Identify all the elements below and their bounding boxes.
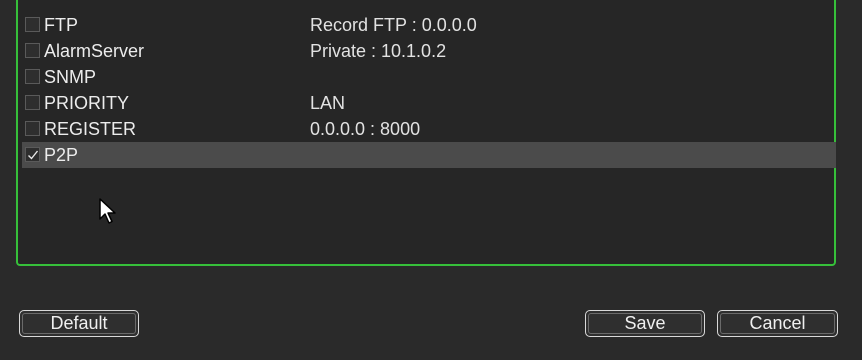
service-row-ftp[interactable]: FTP Record FTP : 0.0.0.0 [22,12,836,38]
service-name: PRIORITY [44,93,130,113]
service-name: AlarmServer [44,41,145,61]
ftp-checkbox[interactable] [25,17,40,32]
alarmserver-checkbox[interactable] [25,43,40,58]
network-services-screen: FTP Record FTP : 0.0.0.0 AlarmServer Pri… [0,0,862,360]
service-detail: 0.0.0.0 : 8000 [310,119,421,139]
register-checkbox[interactable] [25,121,40,136]
service-list: FTP Record FTP : 0.0.0.0 AlarmServer Pri… [22,12,836,168]
snmp-checkbox[interactable] [25,69,40,84]
service-list-panel: FTP Record FTP : 0.0.0.0 AlarmServer Pri… [16,0,836,266]
checkmark-icon [28,150,39,160]
service-name: REGISTER [44,119,137,139]
service-row-register[interactable]: REGISTER 0.0.0.0 : 8000 [22,116,836,142]
service-name: FTP [44,15,78,35]
service-detail: Private : 10.1.0.2 [310,41,447,61]
cancel-button[interactable]: Cancel [717,310,838,337]
service-row-snmp[interactable]: SNMP [22,64,836,90]
service-detail: LAN [310,93,346,113]
mouse-pointer-icon [99,198,116,224]
priority-checkbox[interactable] [25,95,40,110]
service-name: SNMP [44,67,97,87]
service-name: P2P [44,145,79,165]
service-detail: Record FTP : 0.0.0.0 [310,15,477,35]
default-button[interactable]: Default [19,310,139,337]
service-row-p2p[interactable]: P2P [22,142,836,168]
p2p-checkbox[interactable] [25,147,40,162]
service-row-alarmserver[interactable]: AlarmServer Private : 10.1.0.2 [22,38,836,64]
service-row-priority[interactable]: PRIORITY LAN [22,90,836,116]
save-button[interactable]: Save [585,310,705,337]
